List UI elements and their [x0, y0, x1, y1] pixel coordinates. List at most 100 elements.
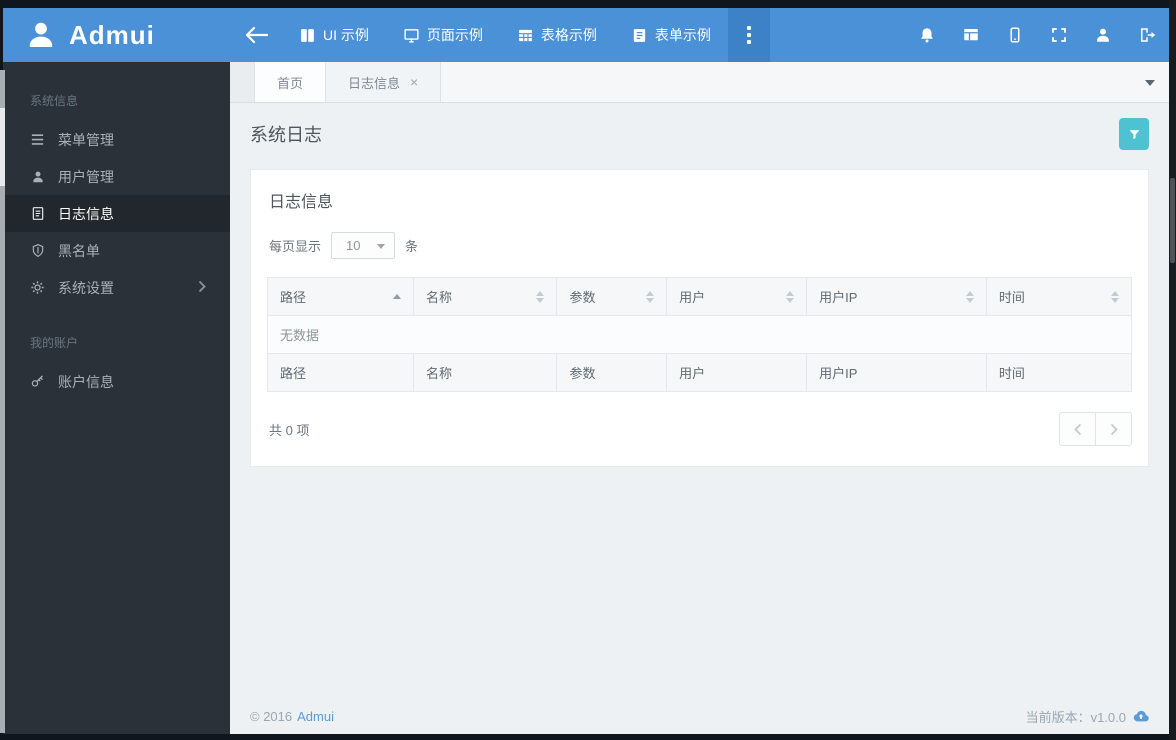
nav-label: UI 示例	[323, 27, 369, 43]
col-label: 路径	[280, 290, 307, 305]
dot	[746, 26, 751, 30]
per-page-control: 每页显示 10 条	[267, 232, 1132, 259]
window-scrollbar-thumb[interactable]	[1170, 178, 1175, 263]
footer-col-user: 用户	[666, 353, 808, 392]
nav-item-tables[interactable]: 表格示例	[500, 8, 614, 62]
monitor-icon	[404, 28, 419, 43]
bell-icon	[921, 28, 933, 43]
nav-item-ui[interactable]: UI 示例	[282, 8, 386, 62]
notifications-button[interactable]	[905, 8, 949, 62]
profile-button[interactable]	[1081, 8, 1125, 62]
sidebar-item-system-settings[interactable]: 系统设置	[3, 269, 230, 306]
window-scrollbar-track[interactable]	[1169, 0, 1176, 740]
brand-logo[interactable]: Admui	[3, 8, 230, 62]
col-header-user[interactable]: 用户	[666, 277, 808, 316]
shield-icon	[30, 243, 45, 258]
copyright-text: © 2016	[250, 708, 293, 724]
nav-more-button[interactable]	[727, 8, 770, 62]
sidebar-scrollbar-track[interactable]	[0, 70, 5, 733]
next-page-button[interactable]	[1095, 412, 1132, 446]
nav-item-forms[interactable]: 表单示例	[614, 8, 728, 62]
col-header-time[interactable]: 时间	[985, 277, 1133, 316]
back-button[interactable]	[230, 8, 282, 62]
nav-label: 表单示例	[654, 27, 711, 43]
filter-button[interactable]	[1119, 118, 1149, 150]
sidebar-item-blacklist[interactable]: 黑名单	[3, 232, 230, 269]
sidebar-item-user-management[interactable]: 用户管理	[3, 158, 230, 195]
footer-col-ip: 用户IP	[806, 353, 987, 392]
mobile-view-button[interactable]	[993, 8, 1037, 62]
col-label: 用户IP	[819, 290, 858, 305]
book-icon	[301, 28, 314, 42]
sort-asc-icon	[393, 294, 402, 299]
table-header-row: 路径 名称 参数 用户 用户IP 时间	[266, 277, 1133, 316]
header-spacer	[770, 8, 905, 62]
card-bottom-bar: 共 0 项	[267, 412, 1132, 446]
pagination	[1059, 412, 1132, 446]
brand-name: Admui	[69, 19, 155, 50]
chevron-right-icon	[1110, 423, 1118, 435]
sidebar-section-account: 我的账户	[30, 336, 79, 350]
version-label: 当前版本：v1.0.0	[1025, 709, 1126, 725]
tab-log-info[interactable]: 日志信息 ×	[326, 62, 442, 102]
sort-icon	[1111, 290, 1119, 303]
per-page-value: 10	[346, 238, 361, 253]
sort-icon	[786, 290, 795, 303]
col-label: 名称	[426, 290, 453, 305]
empty-data-row: 无数据	[267, 315, 1132, 354]
col-header-path[interactable]: 路径	[266, 277, 415, 316]
nav-item-pages[interactable]: 页面示例	[386, 8, 500, 62]
cloud-update-icon	[1133, 710, 1149, 722]
tab-list-dropdown-caret[interactable]	[1145, 80, 1155, 86]
close-icon[interactable]: ×	[410, 74, 418, 90]
sidebar-item-label: 日志信息	[58, 205, 114, 222]
sort-icon	[536, 290, 545, 303]
per-page-select[interactable]: 10	[331, 232, 396, 259]
col-header-ip[interactable]: 用户IP	[806, 277, 987, 316]
chevron-left-icon	[1073, 423, 1081, 435]
app-window: Admui UI 示例 页面示例 表格示例 表单示例 系统信息 菜单管理 用户管…	[3, 8, 1169, 734]
col-header-param[interactable]: 参数	[556, 277, 668, 316]
card-title: 日志信息	[269, 194, 334, 211]
layout-toggle-button[interactable]	[949, 8, 993, 62]
sort-icon	[965, 290, 974, 303]
menu-icon	[30, 132, 45, 147]
col-label: 时间	[998, 290, 1025, 305]
key-icon	[30, 374, 45, 389]
sidebar-item-label: 账户信息	[58, 373, 114, 390]
per-page-suffix: 条	[405, 239, 419, 254]
file-icon	[30, 206, 45, 221]
main-content: 首页 日志信息 × 系统日志 日志信息 每页显示 10 条 路径 名称 参数 用…	[230, 62, 1169, 734]
page-footer: © 2016 Admui 当前版本：v1.0.0	[230, 698, 1169, 734]
sidebar-item-label: 系统设置	[58, 279, 114, 296]
sidebar-item-menu-management[interactable]: 菜单管理	[3, 121, 230, 158]
sidebar-scrollbar-thumb[interactable]	[0, 108, 5, 186]
footer-brand-link[interactable]: Admui	[297, 709, 334, 724]
fullscreen-button[interactable]	[1037, 8, 1081, 62]
sidebar-item-account-info[interactable]: 账户信息	[3, 363, 230, 400]
logout-button[interactable]	[1125, 8, 1169, 62]
mobile-device-icon	[1010, 27, 1020, 43]
dot	[746, 40, 751, 44]
tab-home[interactable]: 首页	[255, 62, 327, 102]
user-icon	[1097, 28, 1109, 42]
sidebar-item-label: 菜单管理	[58, 131, 114, 148]
log-card: 日志信息 每页显示 10 条 路径 名称 参数 用户 用户IP 时间 无数据 路…	[250, 169, 1149, 467]
user-icon	[30, 169, 45, 184]
funnel-icon	[1129, 129, 1139, 139]
col-label: 参数	[569, 290, 596, 305]
sidebar-item-log-info[interactable]: 日志信息	[3, 195, 230, 232]
per-page-prefix: 每页显示	[269, 239, 322, 254]
tabbar-leading-strip	[230, 62, 255, 102]
footer-col-time: 时间	[985, 353, 1133, 392]
prev-page-button[interactable]	[1059, 412, 1096, 446]
total-count-label: 共 0 项	[269, 422, 310, 438]
footer-col-path: 路径	[266, 353, 415, 392]
col-header-name[interactable]: 名称	[413, 277, 558, 316]
form-icon	[633, 28, 646, 42]
tab-bar: 首页 日志信息 ×	[230, 62, 1169, 103]
logout-icon	[1141, 28, 1156, 42]
table-footer-row: 路径 名称 参数 用户 用户IP 时间	[266, 353, 1133, 392]
